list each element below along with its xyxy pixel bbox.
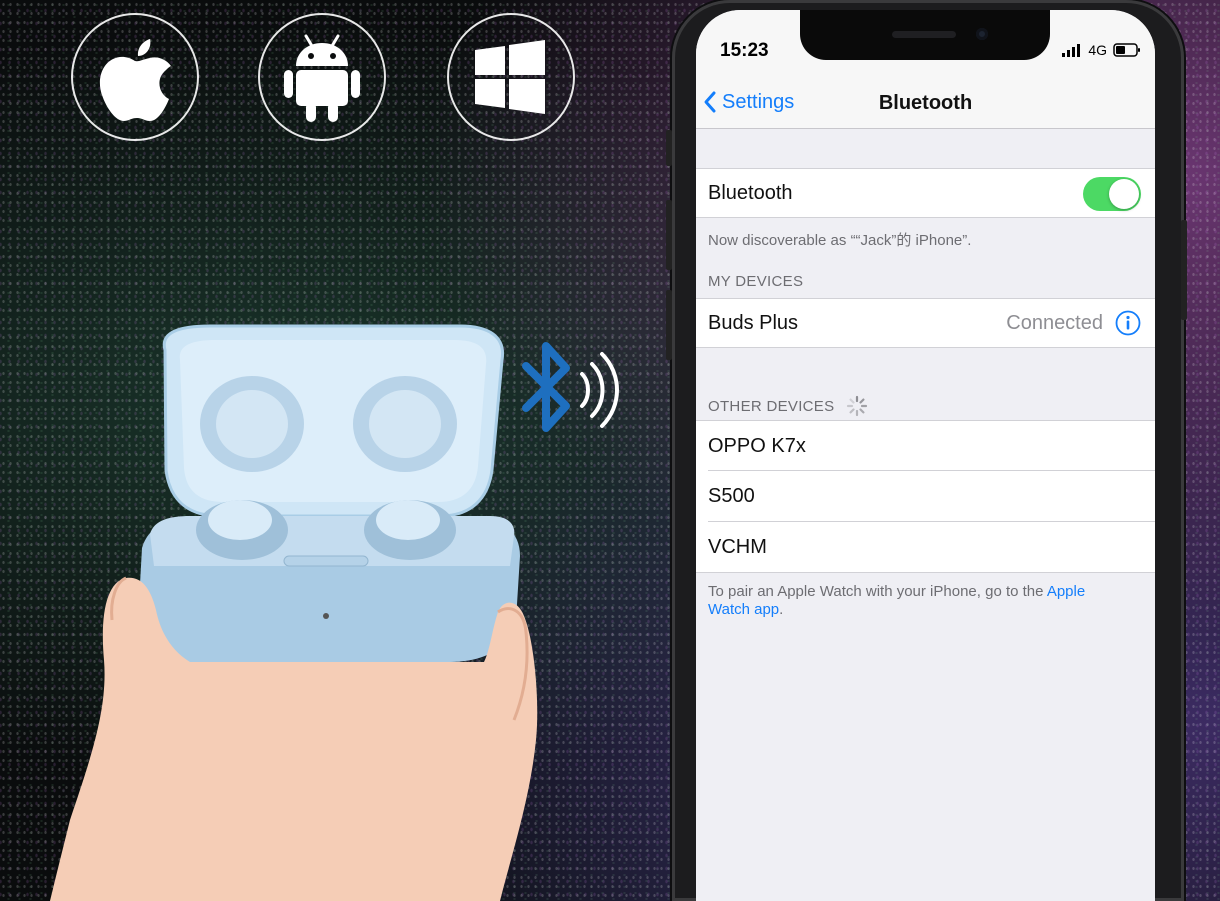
device-name: VCHM [708,535,767,558]
volume-up-button [666,200,672,270]
apple-watch-link-part1[interactable]: Apple [1047,583,1085,600]
page-title: Bluetooth [878,92,973,114]
notch [800,10,1050,60]
status-time: 15:23 [720,40,769,61]
windows-icon [475,40,545,114]
apple-watch-note: To pair an Apple Watch with your iPhone,… [708,583,1118,619]
bluetooth-signal-icon [522,342,619,432]
device-name: OPPO K7x [708,434,806,457]
status-indicators: 4G [1062,42,1141,58]
front-camera [976,28,988,40]
network-type: 4G [1088,42,1107,58]
device-name: S500 [708,485,755,507]
discoverable-note: Now discoverable as ““Jack”的 iPhone”. [708,232,972,249]
android-badge [258,13,386,141]
apple-watch-link-part2[interactable]: Watch app [708,601,779,618]
volume-down-button [666,290,672,360]
battery-icon [1113,43,1140,57]
other-devices-header: OTHER DEVICES [708,395,868,417]
apple-badge [71,13,199,141]
bluetooth-toggle[interactable] [1083,177,1141,211]
toggle-knob [1109,179,1139,209]
signal-icon [1062,43,1081,57]
apple-watch-note-text: To pair an Apple Watch with your iPhone,… [708,583,1047,600]
bluetooth-row-label: Bluetooth [708,181,793,204]
device-row-vchm[interactable]: VCHM [696,522,1155,573]
navigation-bar: Settings Bluetooth [696,70,1155,129]
device-name: Buds Plus [708,311,799,334]
earpiece-speaker [892,31,956,38]
device-row-buds-plus[interactable]: Buds Plus Connected [696,298,1155,348]
my-devices-header: MY DEVICES [708,273,804,290]
info-icon[interactable] [1115,310,1141,336]
apple-icon [99,39,171,122]
side-button [1181,220,1187,320]
device-row-oppo-k7x[interactable]: OPPO K7x [696,420,1155,471]
phone-screen: 15:23 4G Settings Bluetooth Bluetooth No… [696,10,1155,901]
loading-spinner-icon [847,395,868,417]
bluetooth-toggle-row: Bluetooth [696,168,1155,218]
earbuds-case-illustration [50,324,538,901]
android-icon [284,34,360,122]
device-row-s500[interactable]: S500 [696,471,1155,522]
other-devices-header-label: OTHER DEVICES [708,397,835,415]
mute-switch [666,130,672,166]
windows-badge [447,13,575,141]
status-bar: 15:23 4G [696,10,1155,70]
apple-watch-note-end: . [779,601,784,618]
device-status: Connected [1006,311,1103,334]
